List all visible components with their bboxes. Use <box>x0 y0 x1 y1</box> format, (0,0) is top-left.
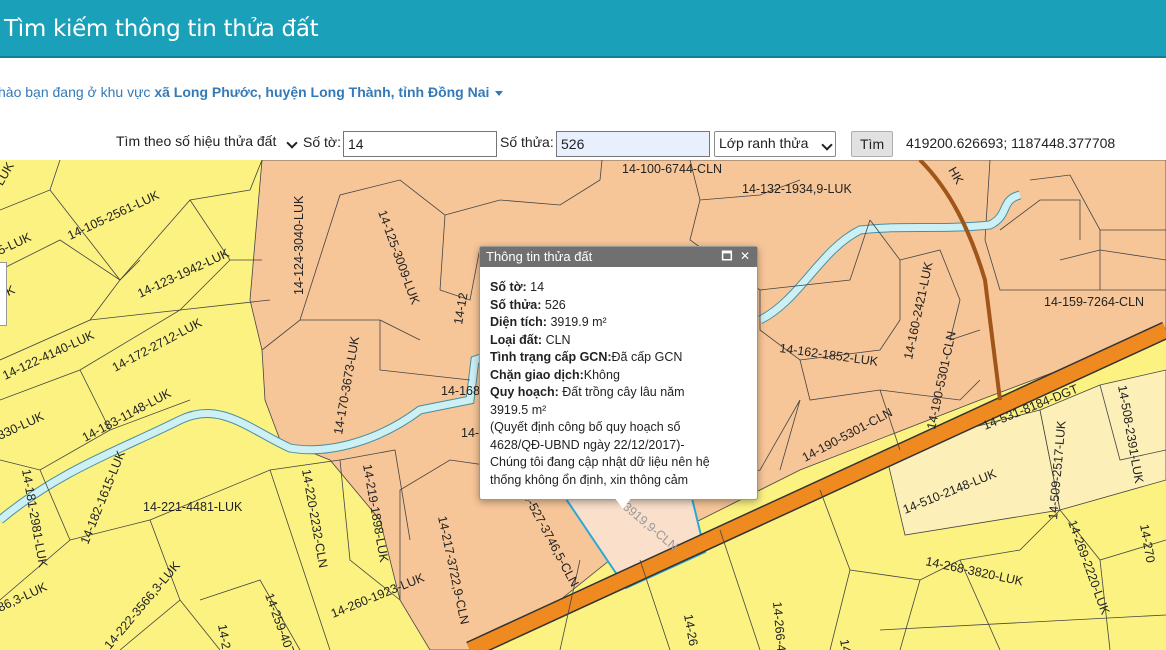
location-prefix: hào bạn đang ở khu vực <box>0 84 155 100</box>
layer-select-value: Lớp ranh thửa <box>719 135 809 151</box>
location-area[interactable]: xã Long Phước, huyện Long Thành, tỉnh Đồ… <box>154 84 489 100</box>
close-icon[interactable]: ✕ <box>739 250 751 262</box>
dien-tich-label: Diện tích: <box>490 315 547 329</box>
popup-pointer <box>614 497 632 509</box>
parcel-label: 14-124-3040-LUK <box>292 195 306 295</box>
loai-dat-label: Loại đất: <box>490 332 543 347</box>
note-line: (Quyết định công bố quy hoạch số <box>490 420 681 434</box>
gcn-label: Tình trạng cấp GCN: <box>490 350 612 364</box>
page-title: Tìm kiếm thông tin thửa đất <box>4 16 319 42</box>
popup-title: Thông tin thửa đất <box>486 249 593 264</box>
location-selector[interactable]: hào bạn đang ở khu vực xã Long Phước, hu… <box>0 84 504 100</box>
parcel-info-popup: Thông tin thửa đất 🗖 ✕ Số tờ: 14 Số thửa… <box>479 246 758 500</box>
caret-down-icon[interactable] <box>495 90 504 96</box>
note-line: thống không ổn định, xin thông cảm <box>490 472 689 487</box>
parcel-label: 14-132-1934,9-LUK <box>742 182 852 196</box>
chevron-down-icon <box>286 137 298 149</box>
quy-hoach-area: 3919.5 m² <box>490 402 547 417</box>
parcel-label: 14-100-6744-CLN <box>622 162 722 176</box>
chan-giao-dich-label: Chặn giao dịch: <box>490 367 584 382</box>
app-header: Tìm kiếm thông tin thửa đất <box>0 0 1166 58</box>
so-thua-label: Số thửa: <box>500 134 554 150</box>
cln-region-right <box>984 160 1166 291</box>
note-line: Chúng tôi đang cập nhật dữ liệu nên hệ <box>490 455 710 469</box>
so-thua-input[interactable]: 526 <box>556 131 710 157</box>
note-line: 4628/QĐ-UBND ngày 22/12/2017)- <box>490 437 685 452</box>
popup-header: Thông tin thửa đất 🗖 ✕ <box>480 247 757 267</box>
parcel-label: 14-159-7264-CLN <box>1044 295 1144 309</box>
search-mode-value: Tìm theo số hiệu thửa đất <box>116 133 277 149</box>
so-to-label: Số tờ: <box>490 280 527 294</box>
search-toolbar: Tìm theo số hiệu thửa đất Số tờ: 14 Số t… <box>0 128 1166 158</box>
chevron-down-icon <box>821 139 833 151</box>
layer-select[interactable]: Lớp ranh thửa <box>714 131 836 157</box>
gcn-value: Đã cấp GCN <box>611 350 683 364</box>
search-mode-select[interactable]: Tìm theo số hiệu thửa đất <box>112 130 300 154</box>
search-button[interactable]: Tìm <box>851 131 893 157</box>
quy-hoach-label: Quy hoạch: <box>490 385 559 399</box>
dien-tich-value: 3919.9 m² <box>550 315 607 329</box>
so-thua-value: 526 <box>544 297 566 312</box>
parcel-label: 14-168 <box>441 384 480 398</box>
map-side-panel-handle[interactable] <box>0 262 7 326</box>
quy-hoach-value: Đất trồng cây lâu năm <box>562 385 685 399</box>
so-to-input[interactable]: 14 <box>343 131 497 157</box>
so-thua-label: Số thửa: <box>490 297 542 312</box>
so-to-value: 14 <box>530 280 545 294</box>
chan-giao-dich-value: Không <box>583 367 620 382</box>
parcel-label: 14-221-4481-LUK <box>143 500 243 514</box>
popup-body: Số tờ: 14 Số thửa: 526 Diện tích: 3919.9… <box>480 267 757 489</box>
maximize-icon[interactable]: 🗖 <box>721 250 733 262</box>
parcel-label: 14- <box>461 426 479 440</box>
loai-dat-value: CLN <box>545 332 571 347</box>
so-to-label: Số tờ: <box>303 134 341 150</box>
coordinates-readout: 419200.626693; 1187448.377708 <box>906 135 1116 151</box>
